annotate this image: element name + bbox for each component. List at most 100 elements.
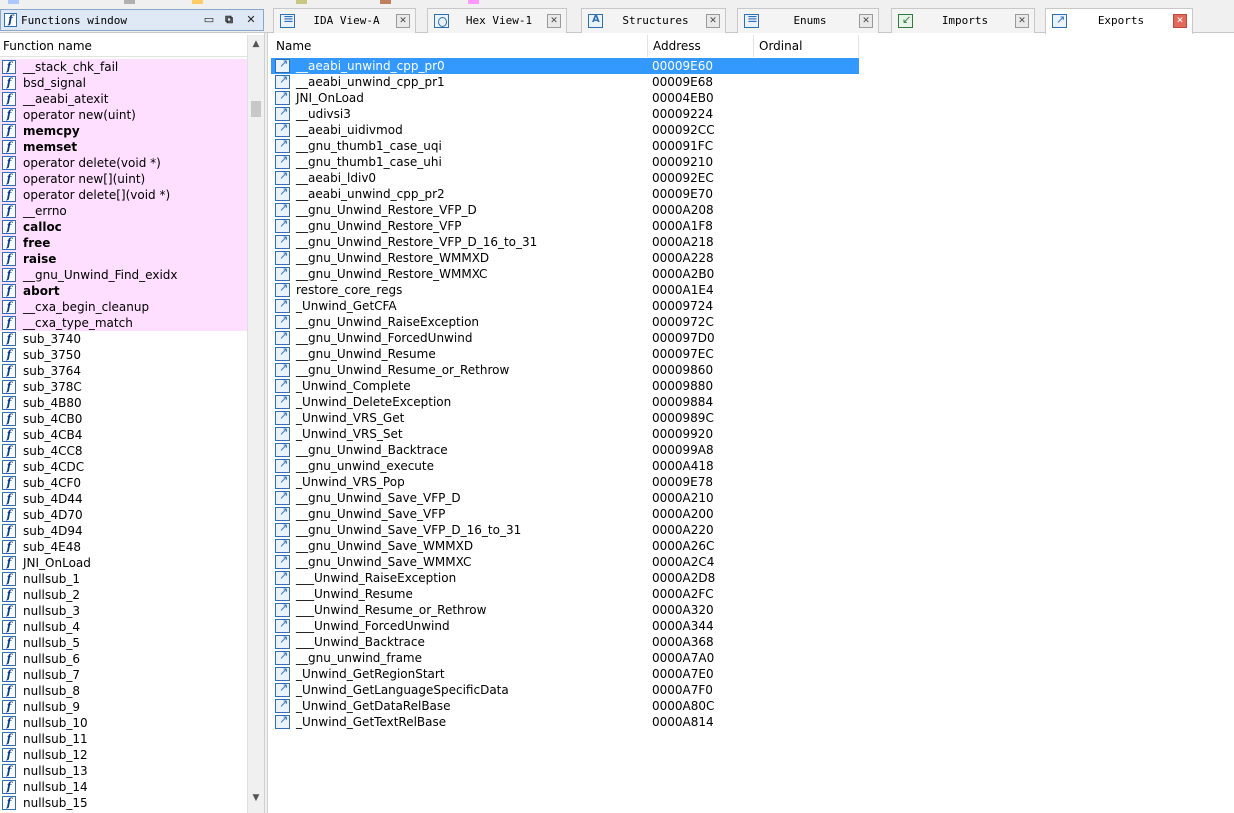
export-row[interactable]: __gnu_Unwind_Save_WMMXC 0000A2C4 <box>271 553 859 570</box>
scroll-up-icon[interactable]: ▲ <box>251 39 261 49</box>
function-row[interactable]: f sub_4D44 <box>0 491 247 507</box>
function-name-column-header[interactable]: Function name <box>0 35 247 57</box>
export-row[interactable]: __gnu_Unwind_ForcedUnwind 000097D0 <box>271 329 859 346</box>
function-row[interactable]: f sub_4D70 <box>0 507 247 523</box>
export-row[interactable]: _Unwind_GetLanguageSpecificData 0000A7F0 <box>271 681 859 698</box>
function-row[interactable]: f sub_4CC8 <box>0 443 247 459</box>
function-row[interactable]: f raise <box>0 251 247 267</box>
function-row[interactable]: f sub_4D94 <box>0 523 247 539</box>
function-row[interactable]: f sub_3740 <box>0 331 247 347</box>
function-row[interactable]: f operator delete[](void *) <box>0 187 247 203</box>
function-row[interactable]: f calloc <box>0 219 247 235</box>
close-icon[interactable]: ✕ <box>396 14 410 28</box>
export-row[interactable]: _Unwind_GetRegionStart 0000A7E0 <box>271 665 859 682</box>
function-row[interactable]: f nullsub_4 <box>0 619 247 635</box>
export-row[interactable]: ___Unwind_ForcedUnwind 0000A344 <box>271 617 859 634</box>
function-row[interactable]: f nullsub_8 <box>0 683 247 699</box>
function-row[interactable]: f sub_4CB0 <box>0 411 247 427</box>
export-row[interactable]: __gnu_Unwind_Save_VFP 0000A200 <box>271 505 859 522</box>
functions-list[interactable]: f __stack_chk_fail f bsd_signal f __aeabi_ate… <box>0 59 247 813</box>
function-row[interactable]: f sub_3764 <box>0 363 247 379</box>
column-header-address[interactable]: Address <box>648 35 754 57</box>
function-row[interactable]: f nullsub_7 <box>0 667 247 683</box>
export-row[interactable]: ___Unwind_RaiseException 0000A2D8 <box>271 569 859 586</box>
export-row[interactable]: __gnu_Unwind_Resume_or_Rethrow 00009860 <box>271 361 859 378</box>
export-row[interactable]: __aeabi_unwind_cpp_pr1 00009E68 <box>271 73 859 90</box>
export-row[interactable]: __gnu_Unwind_Resume 000097EC <box>271 345 859 362</box>
function-row[interactable]: f free <box>0 235 247 251</box>
function-row[interactable]: f sub_4CDC <box>0 459 247 475</box>
export-row[interactable]: JNI_OnLoad 00004EB0 <box>271 89 859 106</box>
function-row[interactable]: f memset <box>0 139 247 155</box>
function-row[interactable]: f sub_4CB4 <box>0 427 247 443</box>
function-row[interactable]: f nullsub_9 <box>0 699 247 715</box>
export-row[interactable]: __aeabi_unwind_cpp_pr2 00009E70 <box>271 185 859 202</box>
export-row[interactable]: __gnu_Unwind_Backtrace 000099A8 <box>271 441 859 458</box>
export-row[interactable]: _Unwind_DeleteException 00009884 <box>271 393 859 410</box>
export-row[interactable]: ___Unwind_Backtrace 0000A368 <box>271 633 859 650</box>
function-row[interactable]: f nullsub_1 <box>0 571 247 587</box>
export-row[interactable]: ___Unwind_Resume_or_Rethrow 0000A320 <box>271 601 859 618</box>
export-row[interactable]: _Unwind_VRS_Set 00009920 <box>271 425 859 442</box>
function-row[interactable]: f abort <box>0 283 247 299</box>
export-row[interactable]: restore_core_regs 0000A1E4 <box>271 281 859 298</box>
export-row[interactable]: _Unwind_VRS_Get 0000989C <box>271 409 859 426</box>
export-row[interactable]: __aeabi_unwind_cpp_pr0 00009E60 <box>271 58 859 74</box>
function-row[interactable]: f __stack_chk_fail <box>0 59 247 75</box>
function-row[interactable]: f sub_3750 <box>0 347 247 363</box>
function-row[interactable]: f nullsub_11 <box>0 731 247 747</box>
close-icon[interactable]: ✕ <box>859 14 873 28</box>
export-row[interactable]: ___Unwind_Resume 0000A2FC <box>271 585 859 602</box>
export-row[interactable]: __gnu_thumb1_case_uqi 000091FC <box>271 137 859 154</box>
function-row[interactable]: f __aeabi_atexit <box>0 91 247 107</box>
function-row[interactable]: f nullsub_14 <box>0 779 247 795</box>
tab-hex-view-1[interactable]: Hex View-1 ✕ <box>427 8 567 33</box>
tab-structures[interactable]: Structures ✕ <box>581 8 726 33</box>
function-row[interactable]: f nullsub_15 <box>0 795 247 811</box>
function-row[interactable]: f nullsub_13 <box>0 763 247 779</box>
export-row[interactable]: __aeabi_ldiv0 000092EC <box>271 169 859 186</box>
export-row[interactable]: __aeabi_uidivmod 000092CC <box>271 121 859 138</box>
tab-exports[interactable]: Exports ✕ <box>1045 8 1193 34</box>
minimize-icon[interactable]: ▭ <box>201 13 217 28</box>
close-icon[interactable]: ✕ <box>1173 14 1187 28</box>
function-row[interactable]: f operator new(uint) <box>0 107 247 123</box>
function-row[interactable]: f memcpy <box>0 123 247 139</box>
export-row[interactable]: __gnu_Unwind_Restore_VFP_D 0000A208 <box>271 201 859 218</box>
tab-enums[interactable]: Enums ✕ <box>737 8 879 33</box>
tab-imports[interactable]: Imports ✕ <box>891 8 1035 33</box>
function-row[interactable]: f nullsub_10 <box>0 715 247 731</box>
close-icon[interactable]: ✕ <box>547 14 561 28</box>
function-row[interactable]: f __gnu_Unwind_Find_exidx <box>0 267 247 283</box>
column-header-ordinal[interactable]: Ordinal <box>754 35 859 57</box>
export-row[interactable]: __gnu_unwind_execute 0000A418 <box>271 457 859 474</box>
export-row[interactable]: __gnu_Unwind_RaiseException 0000972C <box>271 313 859 330</box>
function-row[interactable]: f __cxa_begin_cleanup <box>0 299 247 315</box>
export-row[interactable]: __gnu_Unwind_Restore_VFP 0000A1F8 <box>271 217 859 234</box>
function-row[interactable]: f nullsub_12 <box>0 747 247 763</box>
restore-icon[interactable]: ⧉ <box>221 13 237 28</box>
function-row[interactable]: f nullsub_2 <box>0 587 247 603</box>
scroll-down-icon[interactable]: ▼ <box>251 793 261 803</box>
function-row[interactable]: f nullsub_3 <box>0 603 247 619</box>
export-row[interactable]: __gnu_unwind_frame 0000A7A0 <box>271 649 859 666</box>
export-row[interactable]: _Unwind_GetCFA 00009724 <box>271 297 859 314</box>
function-row[interactable]: f nullsub_5 <box>0 635 247 651</box>
export-row[interactable]: __gnu_Unwind_Restore_VFP_D_16_to_31 0000A… <box>271 233 859 250</box>
function-row[interactable]: f sub_4B80 <box>0 395 247 411</box>
export-row[interactable]: __gnu_Unwind_Save_WMMXD 0000A26C <box>271 537 859 554</box>
column-header-name[interactable]: Name <box>271 35 648 57</box>
functions-scrollbar[interactable]: ▲ ▼ <box>247 35 264 813</box>
function-row[interactable]: f bsd_signal <box>0 75 247 91</box>
export-row[interactable]: _Unwind_VRS_Pop 00009E78 <box>271 473 859 490</box>
export-row[interactable]: __gnu_Unwind_Save_VFP_D 0000A210 <box>271 489 859 506</box>
close-icon[interactable]: ✕ <box>706 14 720 28</box>
function-row[interactable]: f sub_4E48 <box>0 539 247 555</box>
function-row[interactable]: f operator delete(void *) <box>0 155 247 171</box>
function-row[interactable]: f sub_378C <box>0 379 247 395</box>
pane-splitter[interactable] <box>264 33 268 813</box>
export-row[interactable]: __gnu_Unwind_Save_VFP_D_16_to_31 0000A220 <box>271 521 859 538</box>
tab-ida-view-a[interactable]: IDA View-A ✕ <box>273 8 416 33</box>
function-row[interactable]: f sub_4CF0 <box>0 475 247 491</box>
export-row[interactable]: __udivsi3 00009224 <box>271 105 859 122</box>
